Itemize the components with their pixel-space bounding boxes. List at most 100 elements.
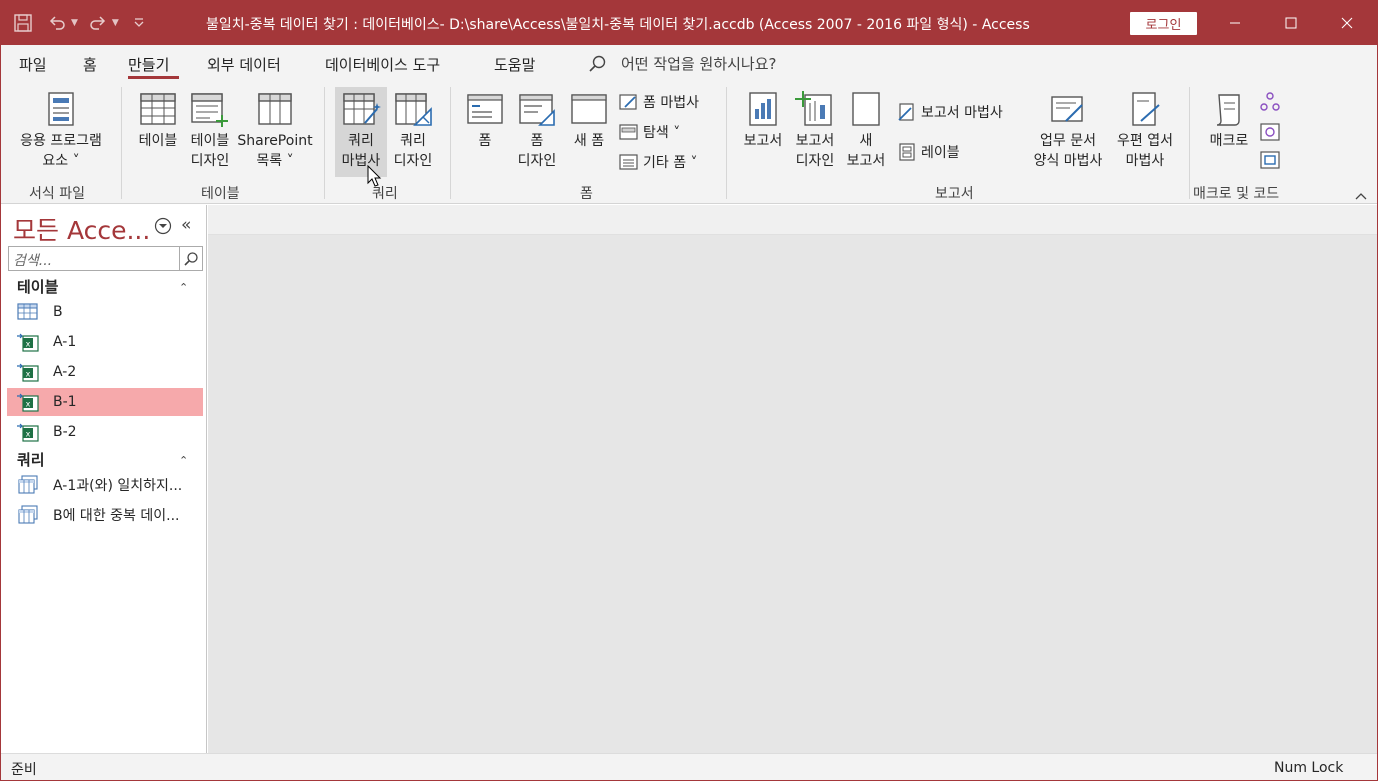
minimize-button[interactable] <box>1207 1 1263 45</box>
linked-excel-table-icon: x <box>17 393 39 412</box>
tab-create[interactable]: 만들기 <box>128 54 169 75</box>
nav-table-b-2[interactable]: x B-2 <box>7 418 203 446</box>
nav-search-box[interactable]: 검색... <box>8 246 203 271</box>
nav-table-a-2[interactable]: x A-2 <box>7 358 203 386</box>
nav-pane-title[interactable]: 모든 Acce... <box>13 211 150 247</box>
tab-database-tools[interactable]: 데이터베이스 도구 <box>325 54 440 75</box>
labels-button[interactable]: 레이블 <box>897 142 960 162</box>
status-bar: 준비 Num Lock <box>1 753 1377 780</box>
svg-text:x: x <box>26 340 31 349</box>
undo-dropdown-icon[interactable]: ▼ <box>71 18 78 28</box>
login-button[interactable]: 로그인 <box>1130 12 1197 35</box>
nav-table-b[interactable]: B <box>7 298 203 326</box>
nav-query-unmatched[interactable]: A-1과(와) 일치하지... <box>7 471 203 499</box>
linked-excel-table-icon: x <box>17 423 39 442</box>
application-parts-label-1: 응용 프로그램 <box>20 133 102 149</box>
table-icon <box>17 303 38 320</box>
search-input[interactable]: 검색... <box>13 250 52 270</box>
group-templates-label: 서식 파일 <box>29 186 85 202</box>
postcard-wizard-button[interactable]: 우편 엽서 마법사 <box>1111 91 1179 171</box>
title-bar: ▼ ▼ 불일치-중복 데이터 찾기 : 데이터베이스- D:\share\Acc… <box>1 1 1377 45</box>
report-design-label-1: 보고서 <box>795 133 835 149</box>
sharepoint-label-2: 목록 ˅ <box>256 153 294 169</box>
form-design-icon <box>519 94 555 126</box>
nav-table-a-1[interactable]: x A-1 <box>7 328 203 356</box>
postcard-label-2: 마법사 <box>1125 153 1165 169</box>
sharepoint-label-1: SharePoint <box>237 133 313 149</box>
table-design-icon <box>191 93 228 127</box>
redo-dropdown-icon[interactable]: ▼ <box>112 18 119 28</box>
application-parts-button[interactable]: 응용 프로그램 요소 ˅ <box>13 91 109 171</box>
more-forms-button[interactable]: 기타 폼 ˅ <box>619 152 698 172</box>
tab-home[interactable]: 홈 <box>83 54 97 75</box>
blank-form-button[interactable]: 새 폼 <box>567 91 611 151</box>
search-button[interactable] <box>179 247 202 270</box>
redo-icon[interactable] <box>84 9 112 37</box>
table-icon <box>140 93 176 125</box>
group-forms-label: 폼 <box>580 186 593 202</box>
status-text: 준비 <box>11 762 37 778</box>
report-icon <box>749 92 777 126</box>
business-forms-wizard-button[interactable]: 업무 문서 양식 마법사 <box>1027 91 1109 171</box>
query-design-label-2: 디자인 <box>393 153 433 169</box>
application-parts-icon <box>48 92 74 126</box>
more-forms-icon <box>619 154 638 170</box>
minimize-icon <box>1230 22 1240 24</box>
save-icon[interactable] <box>9 9 37 37</box>
blank-report-button[interactable]: 새 보고서 <box>843 91 889 171</box>
report-design-icon <box>795 91 832 126</box>
query-design-button[interactable]: 쿼리 디자인 <box>389 91 437 171</box>
collapse-group-icon[interactable]: ⌃ <box>179 281 188 294</box>
maximize-button[interactable] <box>1263 1 1319 45</box>
navigation-button[interactable]: 탐색 ˅ <box>619 122 680 142</box>
table-button[interactable]: 테이블 <box>135 91 181 151</box>
undo-icon[interactable] <box>43 9 71 37</box>
group-reports-label: 보고서 <box>935 186 974 202</box>
nav-group-tables-header[interactable]: 테이블 <box>17 276 58 297</box>
form-wizard-button[interactable]: 폼 마법사 <box>619 92 699 112</box>
tab-file[interactable]: 파일 <box>19 54 47 75</box>
report-wizard-icon <box>898 103 914 121</box>
report-design-label-2: 디자인 <box>795 153 835 169</box>
access-window: ▼ ▼ 불일치-중복 데이터 찾기 : 데이터베이스- D:\share\Acc… <box>0 0 1378 781</box>
nav-item-label: A-1 <box>53 334 77 350</box>
report-wizard-label: 보고서 마법사 <box>921 105 1003 121</box>
macro-button[interactable]: 매크로 <box>1203 91 1255 151</box>
form-design-button[interactable]: 폼 디자인 <box>513 91 561 171</box>
class-module-button[interactable] <box>1259 121 1281 143</box>
query-wizard-button[interactable]: 쿼리 마법사 <box>335 91 387 171</box>
tell-me-box[interactable]: 어떤 작업을 원하시나요? <box>587 53 777 74</box>
close-button[interactable] <box>1319 1 1375 45</box>
collapse-group-icon[interactable]: ⌃ <box>179 454 188 467</box>
customize-qat-icon[interactable] <box>125 9 153 37</box>
nav-group-queries-header[interactable]: 쿼리 <box>17 449 45 470</box>
business-forms-icon <box>1051 96 1083 122</box>
tab-help[interactable]: 도움말 <box>494 54 535 75</box>
ribbon-create: 응용 프로그램 요소 ˅ 서식 파일 테이블 테이블 디자인 SharePoin… <box>1 81 1377 204</box>
quick-access-toolbar: ▼ ▼ <box>9 1 153 45</box>
shutter-bar-close-icon[interactable]: « <box>181 215 191 235</box>
report-wizard-button[interactable]: 보고서 마법사 <box>897 102 1003 122</box>
lightbulb-search-icon <box>589 55 606 72</box>
report-button[interactable]: 보고서 <box>739 91 787 151</box>
form-button[interactable]: 폼 <box>463 91 507 151</box>
sharepoint-lists-button[interactable]: SharePoint 목록 ˅ <box>237 91 313 171</box>
num-lock-indicator: Num Lock <box>1274 760 1344 776</box>
module-icon <box>1260 92 1280 111</box>
form-wizard-label: 폼 마법사 <box>643 95 699 111</box>
navigation-form-icon <box>619 124 638 140</box>
report-design-button[interactable]: 보고서 디자인 <box>791 91 839 171</box>
labels-label: 레이블 <box>921 145 960 161</box>
navigation-label: 탐색 ˅ <box>643 125 681 141</box>
table-design-button[interactable]: 테이블 디자인 <box>186 91 234 171</box>
visual-basic-button[interactable] <box>1259 149 1281 171</box>
document-work-area <box>208 205 1377 753</box>
collapse-ribbon-icon[interactable] <box>1355 189 1367 203</box>
nav-table-b-1[interactable]: x B-1 <box>7 388 203 416</box>
nav-menu-dropdown-icon[interactable] <box>154 217 172 235</box>
nav-query-duplicates[interactable]: B에 대한 중복 데이... <box>7 501 203 529</box>
class-module-icon <box>1260 123 1280 141</box>
module-button[interactable] <box>1259 91 1281 113</box>
tab-external-data[interactable]: 외부 데이터 <box>207 54 281 75</box>
svg-text:x: x <box>26 370 31 379</box>
